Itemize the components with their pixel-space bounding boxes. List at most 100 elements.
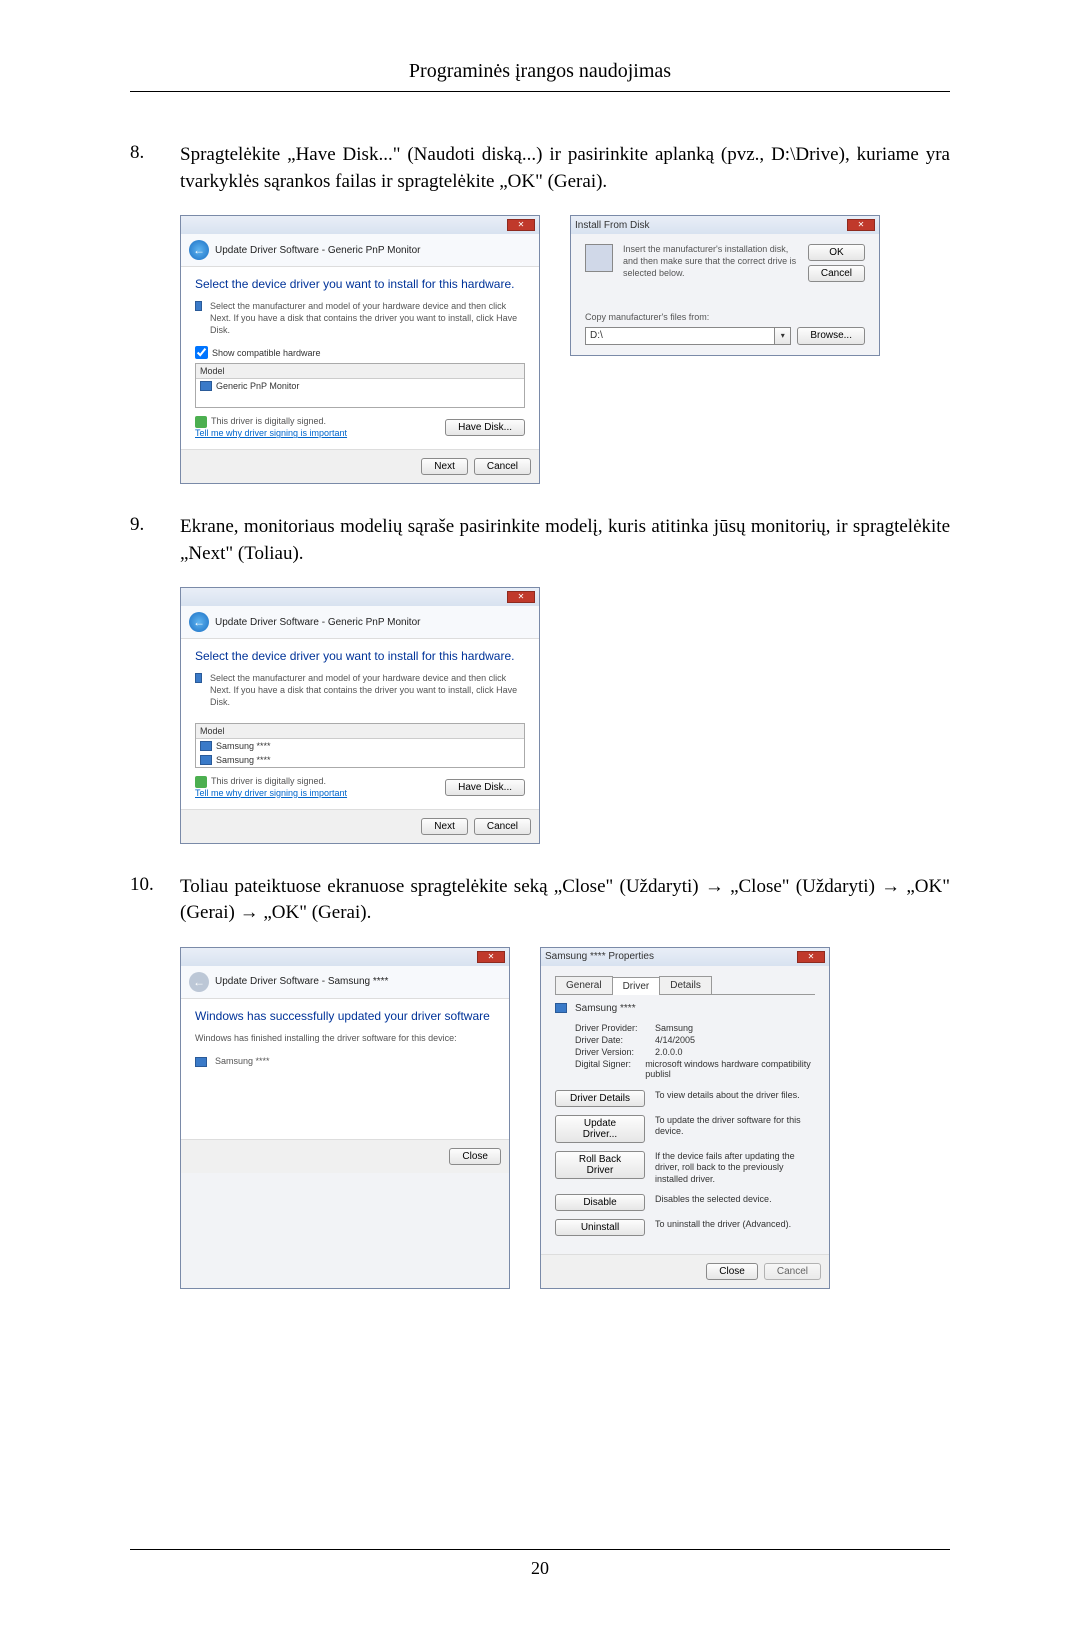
- step-text: Toliau pateiktuose ekranuose spragtelėki…: [180, 874, 950, 927]
- list-item-label: Samsung ****: [216, 755, 271, 765]
- close-icon[interactable]: ✕: [847, 219, 875, 231]
- step-10: 10. Toliau pateiktuose ekranuose spragte…: [130, 874, 950, 927]
- step9-screenshots: ✕ ← Update Driver Software - Generic PnP…: [180, 587, 950, 843]
- copy-label: Copy manufacturer's files from:: [585, 312, 865, 324]
- list-header: Model: [196, 724, 524, 739]
- path-input[interactable]: D:\: [585, 327, 775, 345]
- model-listbox[interactable]: Model Generic PnP Monitor: [195, 363, 525, 408]
- dialog-success: ✕ ← Update Driver Software - Samsung ***…: [180, 947, 510, 1289]
- device-name: Samsung ****: [575, 1003, 636, 1014]
- signed-text: This driver is digitally signed.: [211, 776, 326, 788]
- titlebar: ✕: [181, 588, 539, 606]
- tab-row: General Driver Details: [555, 976, 815, 995]
- checkbox-label: Show compatible hardware: [212, 348, 321, 358]
- driver-details-button[interactable]: Driver Details: [555, 1090, 645, 1107]
- shield-icon: [195, 776, 207, 788]
- signing-link[interactable]: Tell me why driver signing is important: [195, 788, 347, 798]
- monitor-icon: [555, 1003, 567, 1013]
- disable-button[interactable]: Disable: [555, 1194, 645, 1211]
- dialog-description: Select the manufacturer and model of you…: [210, 301, 525, 336]
- dialog-update-driver: ✕ ← Update Driver Software - Generic PnP…: [180, 215, 540, 484]
- header-rule: [130, 91, 950, 92]
- list-item[interactable]: Samsung ****: [196, 739, 524, 753]
- close-icon[interactable]: ✕: [507, 219, 535, 231]
- breadcrumb-text: Update Driver Software - Generic PnP Mon…: [215, 245, 420, 256]
- roll-back-button[interactable]: Roll Back Driver: [555, 1151, 645, 1179]
- prop-value: Samsung: [655, 1023, 693, 1033]
- action-desc: To uninstall the driver (Advanced).: [655, 1219, 791, 1231]
- prop-label: Driver Provider:: [575, 1023, 655, 1033]
- uninstall-button[interactable]: Uninstall: [555, 1219, 645, 1236]
- step10-screenshots: ✕ ← Update Driver Software - Samsung ***…: [180, 947, 950, 1289]
- dialog-select-model: ✕ ← Update Driver Software - Generic PnP…: [180, 587, 540, 843]
- shield-icon: [195, 416, 207, 428]
- monitor-icon: [195, 673, 202, 683]
- step-number: 10.: [130, 874, 180, 927]
- prop-label: Driver Version:: [575, 1047, 655, 1057]
- breadcrumb-text: Update Driver Software - Samsung ****: [215, 976, 388, 987]
- back-button[interactable]: ←: [189, 240, 209, 260]
- dialog-properties: Samsung **** Properties ✕ General Driver…: [540, 947, 830, 1289]
- close-icon[interactable]: ✕: [477, 951, 505, 963]
- have-disk-button[interactable]: Have Disk...: [445, 419, 525, 436]
- list-item[interactable]: Samsung ****: [196, 753, 524, 767]
- update-driver-button[interactable]: Update Driver...: [555, 1115, 645, 1143]
- tab-driver[interactable]: Driver: [612, 977, 661, 995]
- floppy-icon: [585, 244, 613, 272]
- install-msg: Insert the manufacturer's installation d…: [623, 244, 798, 279]
- device-name: Samsung ****: [215, 1056, 270, 1068]
- next-button[interactable]: Next: [421, 458, 468, 475]
- step-text: Ekrane, monitoriaus modelių sąraše pasir…: [180, 514, 950, 567]
- ok-button[interactable]: OK: [808, 244, 865, 261]
- titlebar: Install From Disk ✕: [571, 216, 879, 234]
- cancel-button[interactable]: Cancel: [474, 818, 531, 835]
- action-desc: Disables the selected device.: [655, 1194, 772, 1206]
- page-header: Programinės įrangos naudojimas: [130, 60, 950, 83]
- list-item-label: Samsung ****: [216, 741, 271, 751]
- step-number: 9.: [130, 514, 180, 567]
- prop-value: microsoft windows hardware compatibility…: [645, 1059, 815, 1079]
- step-9: 9. Ekrane, monitoriaus modelių sąraše pa…: [130, 514, 950, 567]
- breadcrumb: ← Update Driver Software - Samsung ****: [181, 966, 509, 999]
- model-listbox[interactable]: Model Samsung **** Samsung ****: [195, 723, 525, 768]
- close-button[interactable]: Close: [449, 1148, 501, 1165]
- cancel-button[interactable]: Cancel: [808, 265, 865, 282]
- step-8: 8. Spragtelėkite „Have Disk..." (Naudoti…: [130, 142, 950, 195]
- list-header: Model: [196, 364, 524, 379]
- browse-button[interactable]: Browse...: [797, 327, 865, 345]
- close-icon[interactable]: ✕: [507, 591, 535, 603]
- action-desc: If the device fails after updating the d…: [655, 1151, 815, 1186]
- dialog-heading: Select the device driver you want to ins…: [195, 277, 525, 291]
- step8-screenshots: ✕ ← Update Driver Software - Generic PnP…: [180, 215, 950, 484]
- prop-value: 4/14/2005: [655, 1035, 695, 1045]
- next-button[interactable]: Next: [421, 818, 468, 835]
- success-desc: Windows has finished installing the driv…: [195, 1033, 495, 1045]
- cancel-button[interactable]: Cancel: [474, 458, 531, 475]
- monitor-icon: [200, 381, 212, 391]
- titlebar: Samsung **** Properties ✕: [541, 948, 829, 966]
- have-disk-button[interactable]: Have Disk...: [445, 779, 525, 796]
- success-heading: Windows has successfully updated your dr…: [195, 1009, 495, 1023]
- page-number: 20: [130, 1558, 950, 1579]
- signed-text: This driver is digitally signed.: [211, 416, 326, 428]
- dialog-title: Install From Disk: [575, 220, 649, 231]
- titlebar: ✕: [181, 948, 509, 966]
- dropdown-arrow-icon[interactable]: ▾: [775, 327, 791, 345]
- prop-label: Driver Date:: [575, 1035, 655, 1045]
- signing-link[interactable]: Tell me why driver signing is important: [195, 428, 347, 438]
- compatible-checkbox[interactable]: [195, 346, 208, 359]
- monitor-icon: [200, 741, 212, 751]
- titlebar: ✕: [181, 216, 539, 234]
- breadcrumb: ← Update Driver Software - Generic PnP M…: [181, 606, 539, 639]
- back-button[interactable]: ←: [189, 612, 209, 632]
- close-button[interactable]: Close: [706, 1263, 758, 1280]
- dialog-title: Samsung **** Properties: [545, 951, 654, 962]
- close-icon[interactable]: ✕: [797, 951, 825, 963]
- breadcrumb: ← Update Driver Software - Generic PnP M…: [181, 234, 539, 267]
- prop-value: 2.0.0.0: [655, 1047, 683, 1057]
- tab-general[interactable]: General: [555, 976, 613, 994]
- cancel-button: Cancel: [764, 1263, 821, 1280]
- list-item[interactable]: Generic PnP Monitor: [196, 379, 524, 393]
- tab-details[interactable]: Details: [659, 976, 712, 994]
- list-item-label: Generic PnP Monitor: [216, 381, 299, 391]
